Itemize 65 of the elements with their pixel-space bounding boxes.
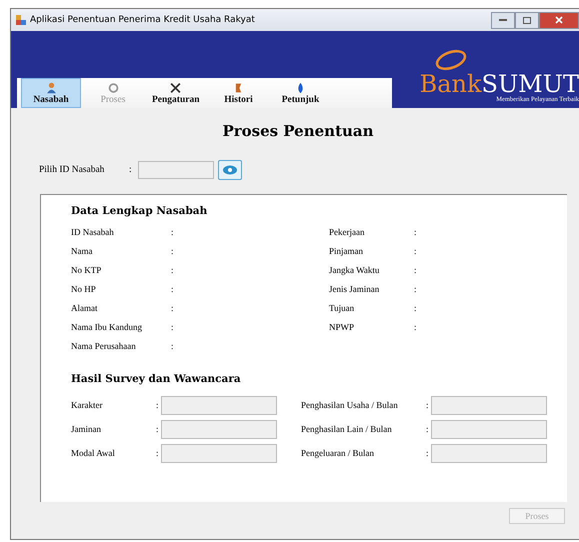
input-field[interactable]: [160, 444, 277, 462]
logo-text: BankSUMUT: [420, 72, 579, 96]
toolbar-button[interactable]: Histori: [208, 78, 268, 108]
field-label: Pinjaman: [329, 246, 364, 256]
field-label: Penghasilan Usaha / Bulan: [301, 400, 399, 410]
colon: :: [426, 400, 429, 410]
maximize-icon: [523, 16, 531, 24]
input-field[interactable]: [160, 396, 277, 414]
colon: :: [414, 303, 417, 313]
field-label: Pekerjaan: [329, 227, 366, 237]
input-field[interactable]: [430, 444, 547, 462]
colon: :: [171, 303, 174, 313]
close-button[interactable]: [539, 12, 579, 28]
field-label: Nama Perusahaan: [71, 341, 137, 351]
field-label: NPWP: [329, 322, 356, 332]
window-title: Aplikasi Penentuan Penerima Kredit Usaha Rakyat: [30, 15, 256, 25]
field-label: Pengeluaran / Bulan: [301, 448, 375, 458]
colon: :: [171, 265, 174, 275]
person-icon: [44, 81, 58, 95]
page-heading: Proses Penentuan: [221, 122, 375, 140]
input-field[interactable]: [138, 161, 214, 179]
input-field[interactable]: [430, 420, 547, 438]
field-label: Modal Awal: [71, 448, 116, 458]
colon: :: [156, 448, 159, 458]
colon: :: [171, 284, 174, 294]
field-label: Penghasilan Lain / Bulan: [301, 424, 393, 434]
input-field[interactable]: [430, 396, 547, 414]
field-label: ID Nasabah: [71, 227, 115, 237]
field-label: Jangka Waktu: [329, 265, 380, 275]
maximize-button[interactable]: [515, 12, 539, 28]
colon: :: [171, 227, 174, 237]
colon: :: [414, 246, 417, 256]
field-label: Nama Ibu Kandung: [71, 322, 143, 332]
field-label: Tujuan: [329, 303, 356, 313]
field-label: Jaminan: [71, 424, 102, 434]
colon: :: [414, 284, 417, 294]
toolbar-button[interactable]: Nasabah: [21, 78, 81, 108]
minimize-button[interactable]: [491, 12, 515, 28]
colon: :: [171, 246, 174, 256]
search-button[interactable]: [218, 160, 242, 180]
app-icon: [16, 15, 26, 25]
minimize-icon: [499, 18, 507, 22]
field-label: Pilih ID Nasabah: [39, 165, 106, 175]
section-title: Hasil Survey dan Wawancara: [71, 373, 242, 385]
close-icon: [555, 16, 563, 24]
colon: :: [414, 227, 417, 237]
field-label: No HP: [71, 284, 97, 294]
colon: :: [156, 424, 159, 434]
colon: :: [414, 322, 417, 332]
field-label: Alamat: [71, 303, 98, 313]
section-title: Data Lengkap Nasabah: [71, 205, 208, 217]
field-label: Nama: [71, 246, 94, 256]
field-label: Karakter: [71, 400, 104, 410]
colon: :: [171, 322, 174, 332]
colon: :: [426, 424, 429, 434]
colon: :: [171, 341, 174, 351]
toolbar-button[interactable]: Pengaturan: [145, 78, 206, 108]
colon: :: [129, 165, 132, 175]
input-field[interactable]: [160, 420, 277, 438]
colon: :: [414, 265, 417, 275]
colon: :: [156, 400, 159, 410]
field-label: Jenis Jaminan: [329, 284, 380, 294]
colon: :: [426, 448, 429, 458]
toolbar-button[interactable]: Petunjuk: [270, 78, 330, 108]
field-label: No KTP: [71, 265, 102, 275]
